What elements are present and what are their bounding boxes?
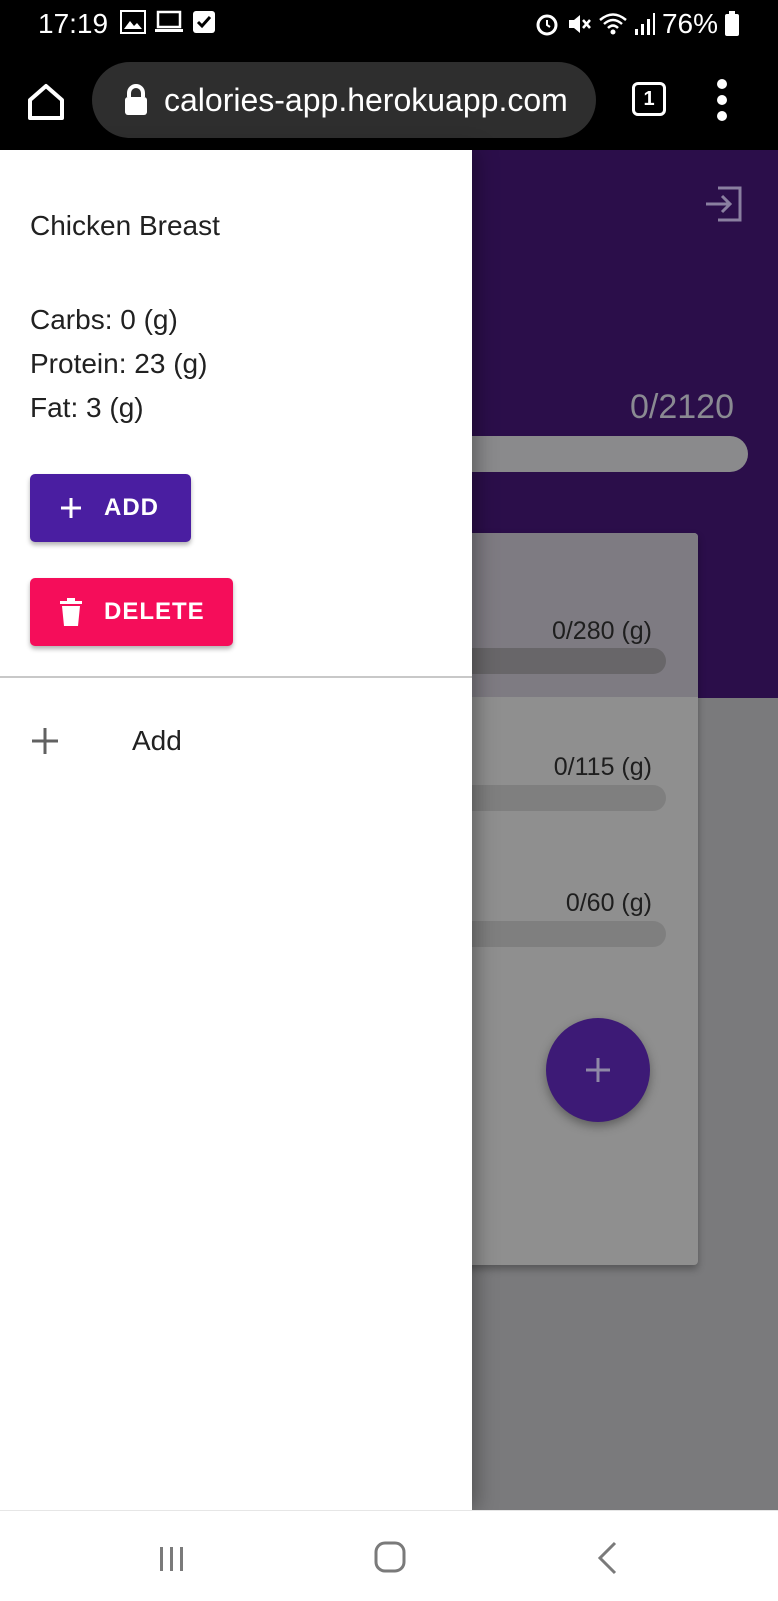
logout-icon[interactable] bbox=[704, 186, 744, 222]
food-drawer: Chicken Breast Carbs: 0 (g) Protein: 23 … bbox=[0, 150, 472, 1510]
battery-percent: 76% bbox=[661, 8, 718, 39]
add-new-food-item[interactable]: Add bbox=[30, 715, 182, 767]
add-new-food-label: Add bbox=[132, 725, 182, 756]
status-right: 76% bbox=[534, 8, 740, 40]
recents-icon[interactable] bbox=[158, 1545, 186, 1573]
macros-card: 0/280 (g) 0/115 (g) 0/60 (g) bbox=[440, 533, 698, 1265]
carbs-progress-bar bbox=[440, 648, 666, 674]
status-time: 17:19 bbox=[38, 8, 109, 39]
add-food-fab[interactable] bbox=[546, 1018, 650, 1122]
checkbox-icon bbox=[193, 11, 215, 33]
calories-total: 0/2120 bbox=[630, 388, 734, 426]
plus-icon bbox=[586, 1058, 610, 1082]
add-food-button-label: ADD bbox=[104, 494, 159, 521]
plus-icon bbox=[32, 728, 58, 754]
fat-total: 0/60 (g) bbox=[565, 889, 652, 917]
mute-icon bbox=[568, 15, 591, 33]
trash-icon bbox=[60, 598, 82, 626]
carbs-total: 0/280 (g) bbox=[551, 617, 652, 645]
lock-icon bbox=[125, 84, 147, 115]
add-food-button[interactable]: ADD bbox=[30, 474, 191, 542]
alarm-icon bbox=[536, 14, 558, 36]
food-protein: Protein: 23 (g) bbox=[30, 348, 208, 379]
home-icon[interactable] bbox=[24, 80, 68, 124]
browser-toolbar: calories-app.herokuapp.com 1 bbox=[0, 50, 778, 150]
address-bar[interactable]: calories-app.herokuapp.com bbox=[92, 62, 596, 138]
delete-food-button[interactable]: DELETE bbox=[30, 578, 233, 646]
image-icon bbox=[120, 10, 146, 34]
notification-icons bbox=[120, 10, 216, 34]
drawer-divider bbox=[0, 676, 472, 678]
status-bar: 17:19 76% bbox=[0, 0, 778, 50]
back-icon[interactable] bbox=[596, 1541, 618, 1575]
delete-food-button-label: DELETE bbox=[104, 598, 205, 625]
battery-icon bbox=[725, 11, 739, 36]
wifi-icon bbox=[599, 13, 627, 35]
url-text: calories-app.herokuapp.com bbox=[164, 81, 568, 118]
protein-progress-bar bbox=[440, 785, 666, 811]
food-fat: Fat: 3 (g) bbox=[30, 392, 144, 423]
signal-icon bbox=[634, 13, 655, 35]
fat-progress-bar bbox=[440, 921, 666, 947]
system-nav-bar bbox=[0, 1510, 778, 1601]
home-nav-icon[interactable] bbox=[374, 1541, 406, 1573]
more-vert-icon[interactable] bbox=[712, 78, 732, 122]
food-name: Chicken Breast bbox=[30, 210, 220, 241]
laptop-icon bbox=[155, 10, 183, 32]
plus-icon bbox=[61, 498, 81, 518]
tab-switcher-button[interactable]: 1 bbox=[632, 82, 666, 116]
food-carbs: Carbs: 0 (g) bbox=[30, 304, 178, 335]
calories-progress-bar bbox=[440, 436, 748, 472]
protein-total: 0/115 (g) bbox=[553, 753, 652, 781]
